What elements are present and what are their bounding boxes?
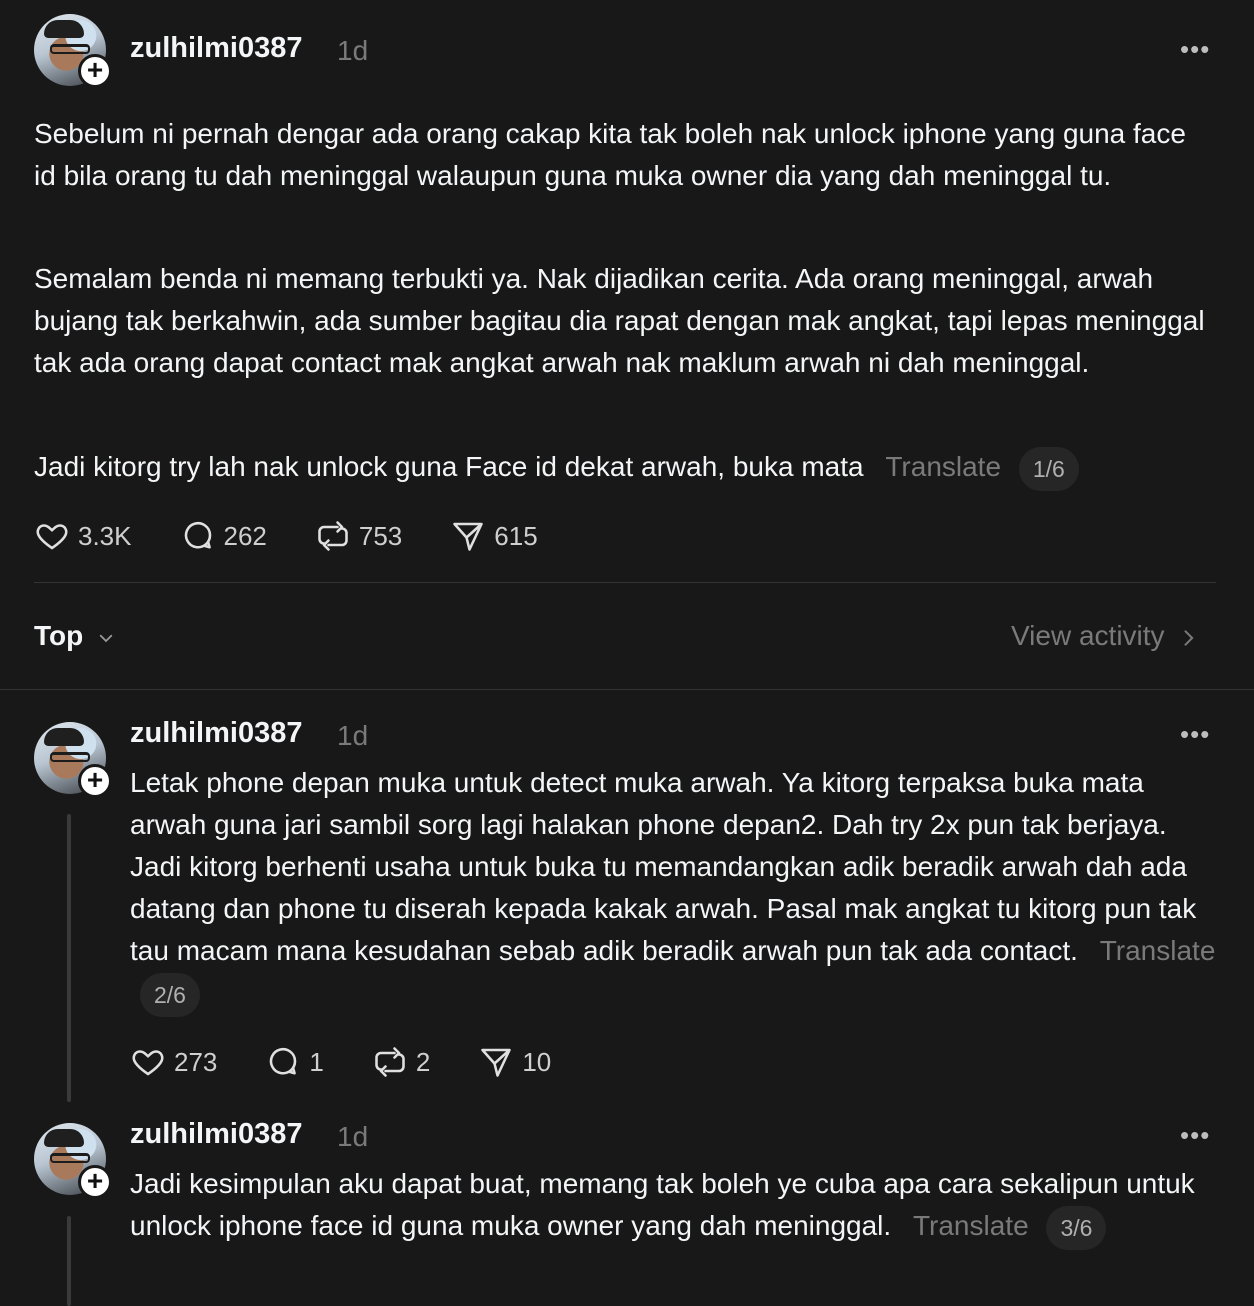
thread-pager-badge: 2/6 (140, 972, 200, 1017)
post-username[interactable]: zulhilmi0387 (130, 32, 302, 65)
like-count: 3.3K (78, 520, 132, 551)
reply-button[interactable]: 1 (265, 1044, 324, 1080)
reply-text-body: Jadi kesimpulan aku dapat buat, memang t… (130, 1168, 1195, 1241)
heart-icon (36, 524, 68, 550)
repost-icon (318, 521, 348, 551)
follow-plus-icon[interactable]: + (78, 1165, 112, 1199)
repost-count: 753 (358, 520, 403, 551)
reply-time: 1d (337, 720, 369, 751)
avatar[interactable]: + (34, 14, 112, 88)
reply-text: Jadi kesimpulan aku dapat buat, memang t… (130, 1163, 1220, 1250)
share-count: 10 (522, 1046, 552, 1077)
like-button[interactable]: 273 (130, 1044, 217, 1080)
share-button[interactable]: 615 (450, 518, 538, 554)
heart-icon (132, 1050, 164, 1076)
reply-time: 1d (337, 1121, 369, 1152)
more-options-icon[interactable]: ••• (1180, 34, 1210, 65)
reply-actions: 273 1 2 10 (130, 1044, 599, 1080)
send-icon (453, 522, 484, 551)
avatar[interactable]: + (34, 1123, 112, 1199)
repost-button[interactable]: 753 (315, 518, 402, 554)
avatar-hair (44, 20, 84, 38)
chevron-down-icon (99, 634, 113, 642)
reply-username[interactable]: zulhilmi0387 (130, 1118, 302, 1151)
follow-plus-icon[interactable]: + (78, 764, 112, 798)
translate-link[interactable]: Translate (1100, 935, 1216, 966)
reply-text-body: Letak phone depan muka untuk detect muka… (130, 767, 1197, 966)
view-activity-label: View activity (1011, 620, 1165, 651)
sort-dropdown[interactable]: Top (34, 620, 115, 652)
follow-plus-icon[interactable]: + (78, 54, 112, 88)
avatar-glasses (50, 1153, 90, 1163)
view-activity-link[interactable]: View activity (1011, 620, 1198, 652)
reply-count: 1 (309, 1046, 324, 1077)
comment-icon (270, 1047, 297, 1075)
post-paragraph-2: Semalam benda ni memang terbukti ya. Nak… (34, 263, 1205, 378)
post-paragraph-3: Jadi kitorg try lah nak unlock guna Face… (34, 446, 1224, 491)
sort-label: Top (34, 620, 84, 651)
thread-line (67, 814, 71, 1102)
avatar-glasses (50, 44, 90, 54)
share-button[interactable]: 10 (478, 1044, 551, 1080)
send-icon (481, 1048, 512, 1077)
repost-button[interactable]: 2 (372, 1044, 430, 1080)
section-divider (0, 689, 1254, 690)
post-actions: 3.3K 262 753 615 (34, 518, 586, 554)
thread-line (67, 1216, 71, 1306)
reply-count: 262 (223, 520, 267, 551)
post-paragraph-3-text: Jadi kitorg try lah nak unlock guna Face… (34, 451, 864, 482)
avatar-glasses (50, 752, 90, 762)
repost-count: 2 (415, 1046, 431, 1077)
post-time: 1d (337, 35, 369, 66)
reply-text: Letak phone depan muka untuk detect muka… (130, 762, 1220, 1017)
more-options-icon[interactable]: ••• (1180, 1120, 1210, 1151)
like-count: 273 (174, 1046, 218, 1077)
translate-link[interactable]: Translate (913, 1210, 1029, 1241)
like-button[interactable]: 3.3K (34, 518, 132, 554)
avatar-hair (44, 728, 84, 746)
thread-pager-badge: 1/6 (1018, 446, 1079, 491)
repost-icon (375, 1047, 405, 1077)
translate-link[interactable]: Translate (885, 451, 1001, 482)
thread-pager-badge: 3/6 (1046, 1205, 1107, 1250)
avatar-hair (44, 1129, 84, 1147)
more-options-icon[interactable]: ••• (1180, 719, 1210, 750)
reply-button[interactable]: 262 (180, 518, 267, 554)
divider (34, 582, 1216, 583)
post-paragraph-1: Sebelum ni pernah dengar ada orang cakap… (34, 118, 1186, 191)
avatar[interactable]: + (34, 722, 112, 798)
comment-icon (184, 521, 211, 549)
share-count: 615 (494, 520, 538, 551)
chevron-right-icon (1184, 629, 1194, 646)
reply-username[interactable]: zulhilmi0387 (130, 717, 302, 750)
